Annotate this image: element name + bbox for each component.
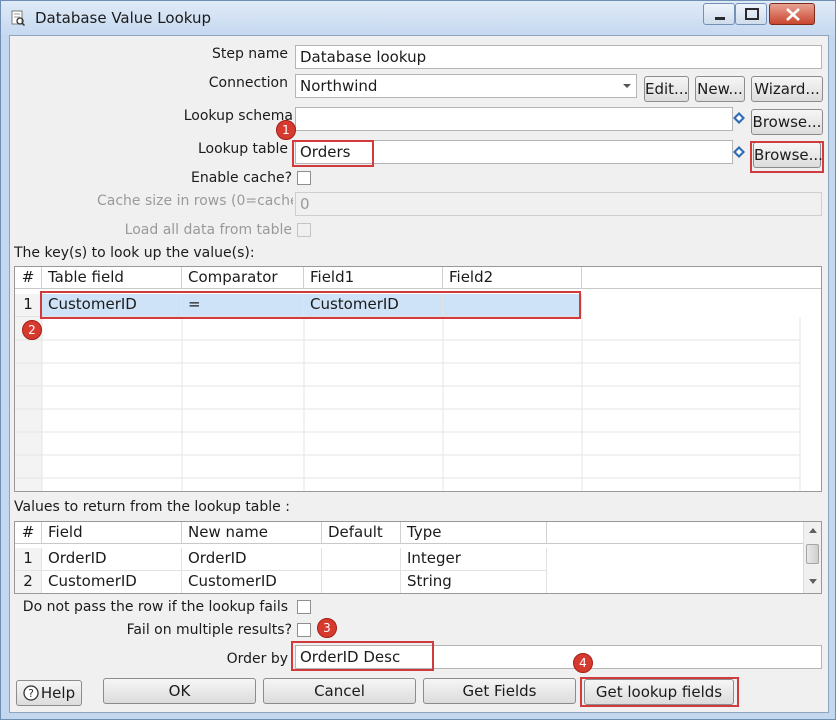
- load-all-label: Load all data from table: [124, 222, 292, 238]
- fail-multiple-label: Fail on multiple results?: [126, 622, 292, 638]
- lookup-step-icon: [11, 10, 25, 26]
- get-lookup-fields-button[interactable]: Get lookup fields: [584, 679, 734, 705]
- key-field2-cell[interactable]: [443, 294, 582, 317]
- connection-select[interactable]: Northwind: [295, 74, 637, 98]
- values-table: # Field New name Default Type 1 OrderID …: [14, 521, 822, 594]
- value-new-name-cell[interactable]: CustomerID: [182, 571, 322, 593]
- edit-connection-button[interactable]: Edit...: [644, 76, 689, 102]
- variable-diamond-icon: [733, 146, 745, 158]
- enable-cache-label: Enable cache?: [190, 170, 292, 186]
- lookup-table-input[interactable]: Orders: [295, 140, 733, 164]
- scroll-down-icon[interactable]: [804, 574, 822, 588]
- keys-col-field2[interactable]: Field2: [443, 267, 582, 289]
- values-scrollbar[interactable]: [803, 522, 822, 593]
- value-default-cell[interactable]: [322, 548, 401, 571]
- cache-size-label: Cache size in rows (0=cache: [97, 193, 293, 209]
- value-new-name-cell[interactable]: OrderID: [182, 548, 322, 571]
- annotation-badge-1: 1: [276, 120, 296, 140]
- values-col-num[interactable]: #: [15, 522, 42, 544]
- annotation-badge-2: 2: [22, 320, 42, 340]
- variable-diamond-icon: [733, 112, 745, 124]
- enable-cache-checkbox[interactable]: [297, 171, 311, 185]
- keys-col-field1[interactable]: Field1: [304, 267, 443, 289]
- new-connection-button[interactable]: New...: [695, 76, 745, 102]
- key-table-field-cell[interactable]: CustomerID: [42, 294, 182, 317]
- window-title: Database Value Lookup: [35, 9, 212, 27]
- wizard-button[interactable]: Wizard...: [751, 76, 823, 102]
- values-col-default[interactable]: Default: [322, 522, 401, 544]
- keys-col-comparator[interactable]: Comparator: [182, 267, 304, 289]
- key-field1-cell[interactable]: CustomerID: [304, 294, 443, 317]
- values-col-new-name[interactable]: New name: [182, 522, 322, 544]
- value-field-cell[interactable]: OrderID: [42, 548, 182, 571]
- value-type-cell[interactable]: String: [401, 571, 547, 593]
- values-col-field[interactable]: Field: [42, 522, 182, 544]
- close-icon: [786, 8, 800, 21]
- values-section-label: Values to return from the lookup table :: [14, 499, 290, 515]
- chevron-down-icon[interactable]: [617, 74, 637, 98]
- lookup-schema-label: Lookup schema: [183, 108, 293, 124]
- help-button[interactable]: ? Help: [16, 680, 82, 706]
- maximize-icon: [745, 8, 759, 20]
- order-by-input[interactable]: OrderID Desc: [295, 645, 822, 669]
- minimize-icon: [715, 17, 725, 20]
- table-row[interactable]: 1 OrderID OrderID Integer: [15, 548, 803, 571]
- minimize-button[interactable]: [703, 3, 735, 25]
- table-row[interactable]: 2 CustomerID CustomerID String: [15, 571, 803, 593]
- browse-table-button[interactable]: Browse...: [753, 142, 823, 168]
- cancel-button[interactable]: Cancel: [263, 678, 416, 704]
- keys-header-filler: [582, 267, 821, 289]
- keys-section-label: The key(s) to look up the value(s):: [14, 245, 255, 261]
- row-number: 1: [15, 548, 42, 571]
- help-label: Help: [40, 684, 76, 702]
- svg-text:?: ?: [28, 687, 34, 700]
- value-default-cell[interactable]: [322, 571, 401, 593]
- order-by-label: Order by: [226, 651, 288, 667]
- lookup-table-label: Lookup table: [197, 141, 288, 157]
- lookup-schema-input[interactable]: [295, 107, 733, 131]
- browse-schema-button[interactable]: Browse...: [751, 109, 823, 135]
- empty-rows-grid: [15, 317, 801, 491]
- ok-button[interactable]: OK: [103, 678, 256, 704]
- row-number: 1: [15, 294, 42, 317]
- maximize-button[interactable]: [735, 3, 767, 25]
- no-pass-label: Do not pass the row if the lookup fails: [22, 599, 288, 615]
- annotation-badge-4: 4: [573, 653, 593, 673]
- step-name-label: Step name: [211, 46, 288, 62]
- values-col-type[interactable]: Type: [401, 522, 547, 544]
- title-bar[interactable]: Database Value Lookup: [1, 1, 835, 35]
- keys-table: # Table field Comparator Field1 Field2 1…: [14, 266, 822, 492]
- no-pass-checkbox[interactable]: [297, 600, 311, 614]
- row-number: 2: [15, 571, 42, 593]
- values-header-filler: [547, 522, 803, 544]
- connection-label: Connection: [208, 75, 288, 91]
- step-name-input[interactable]: Database lookup: [295, 45, 822, 69]
- key-comparator-cell[interactable]: =: [182, 294, 304, 317]
- load-all-checkbox[interactable]: [297, 223, 311, 237]
- scrollbar-thumb[interactable]: [806, 544, 819, 564]
- table-row[interactable]: 1 CustomerID = CustomerID: [15, 294, 821, 317]
- value-type-cell[interactable]: Integer: [401, 548, 547, 571]
- cache-size-input[interactable]: 0: [295, 192, 822, 216]
- value-field-cell[interactable]: CustomerID: [42, 571, 182, 593]
- get-fields-button[interactable]: Get Fields: [423, 678, 576, 704]
- help-icon: ?: [23, 685, 39, 701]
- keys-col-num[interactable]: #: [15, 267, 42, 289]
- keys-col-table-field[interactable]: Table field: [42, 267, 182, 289]
- close-button[interactable]: [769, 3, 815, 25]
- scroll-up-icon[interactable]: [804, 524, 822, 538]
- fail-multiple-checkbox[interactable]: [297, 623, 311, 637]
- annotation-badge-3: 3: [317, 618, 337, 638]
